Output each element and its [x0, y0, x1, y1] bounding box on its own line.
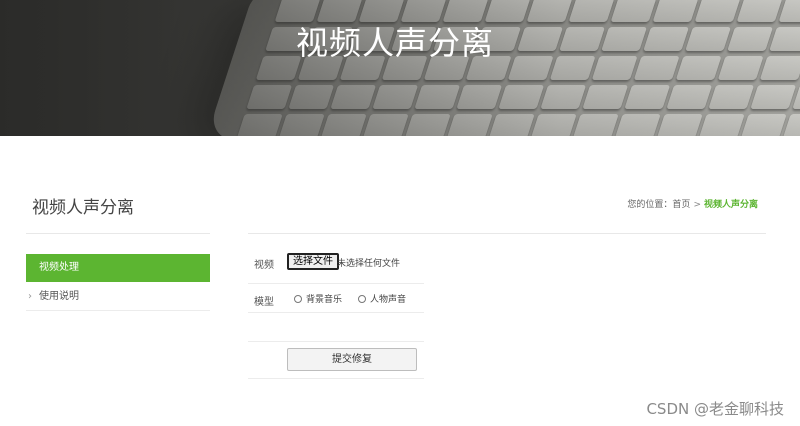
sidebar-item-label: 视频处理	[39, 262, 79, 273]
page-title: 视频人声分离	[32, 198, 134, 218]
watermark-text: CSDN @老金聊科技	[646, 400, 784, 418]
chevron-right-icon: ›	[28, 291, 32, 302]
breadcrumb: 您的位置：首页 > 视频人声分离	[627, 197, 758, 210]
breadcrumb-current: 视频人声分离	[703, 200, 758, 210]
radio-circle-icon[interactable]	[358, 294, 366, 303]
sidebar-item-video-processing[interactable]: 视频处理	[26, 254, 210, 282]
breadcrumb-prefix: 您的位置：	[627, 200, 673, 210]
radio-human-voice[interactable]: 人物声音	[358, 292, 406, 305]
submit-repair-button[interactable]: 提交修复	[287, 348, 417, 371]
video-label: 视频	[254, 260, 274, 271]
header-divider	[248, 233, 766, 234]
choose-file-button[interactable]: 选择文件	[287, 253, 339, 270]
file-status-text: 未选择任何文件	[337, 259, 401, 269]
form-row-divider	[248, 341, 424, 342]
sidebar-item-usage-guide[interactable]: › 使用说明	[26, 284, 210, 311]
model-label: 模型	[254, 297, 274, 308]
banner-title: 视频人声分离	[295, 24, 494, 62]
radio-background-music[interactable]: 背景音乐	[294, 292, 342, 305]
form-row-divider	[248, 312, 424, 313]
breadcrumb-home-link[interactable]: 首页	[672, 200, 690, 210]
sidebar-item-label: 使用说明	[39, 291, 79, 302]
radio-label: 人物声音	[370, 295, 407, 305]
radio-label: 背景音乐	[306, 295, 343, 305]
breadcrumb-separator: >	[693, 200, 701, 210]
radio-circle-icon[interactable]	[294, 294, 302, 303]
form-row-divider	[248, 283, 424, 284]
form-row-divider	[248, 378, 424, 379]
sidebar-divider	[26, 233, 210, 234]
header-banner: 视频人声分离	[0, 0, 800, 136]
